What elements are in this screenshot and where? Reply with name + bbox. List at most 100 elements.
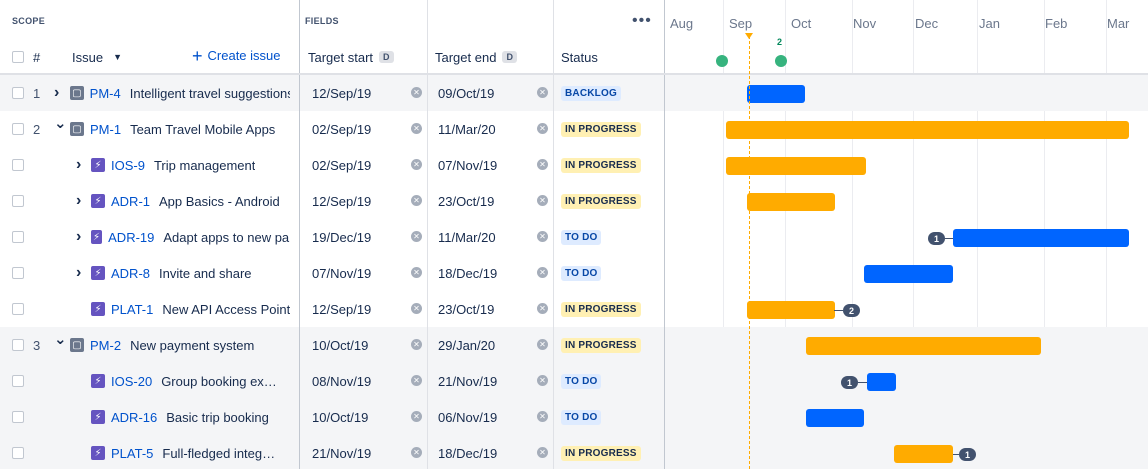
issue-cell[interactable]: ▢ PM-4 Intelligent travel suggestions [70, 75, 290, 111]
table-row[interactable]: ⚡ PLAT-1 New API Access Point 12/Sep/19 ✕ 23/… [0, 291, 1148, 327]
column-header-issue[interactable]: Issue ▼ [72, 42, 122, 72]
target-end-value[interactable]: 09/Oct/19 [438, 75, 494, 111]
clear-icon[interactable]: ✕ [537, 411, 548, 422]
table-row[interactable]: ⚡ ADR-16 Basic trip booking 10/Oct/19 ✕ 06/No… [0, 399, 1148, 435]
target-start-value[interactable]: 21/Nov/19 [312, 435, 371, 469]
table-row[interactable]: 2 ⌄ ▢ PM-1 Team Travel Mobile Apps 02/Sep/19 ✕… [0, 111, 1148, 147]
dependency-badge[interactable]: 1 [959, 448, 976, 461]
clear-icon[interactable]: ✕ [537, 159, 548, 170]
chevron-right-icon[interactable]: › [76, 255, 81, 291]
clear-icon[interactable]: ✕ [411, 339, 422, 350]
target-start-value[interactable]: 19/Dec/19 [312, 219, 371, 255]
chevron-right-icon[interactable]: › [76, 183, 81, 219]
timeline-bar[interactable] [747, 193, 835, 211]
status-lozenge[interactable]: TO DO [561, 409, 602, 425]
status-lozenge[interactable]: IN PROGRESS [561, 337, 641, 353]
status-lozenge[interactable]: TO DO [561, 373, 602, 389]
row-checkbox[interactable] [12, 303, 24, 315]
row-checkbox[interactable] [12, 339, 24, 351]
clear-icon[interactable]: ✕ [537, 123, 548, 134]
issue-key-link[interactable]: PM-2 [90, 338, 121, 353]
issue-cell[interactable]: ⚡ PLAT-5 Full-fledged integ… [91, 435, 290, 469]
target-end-value[interactable]: 07/Nov/19 [438, 147, 497, 183]
clear-icon[interactable]: ✕ [411, 411, 422, 422]
chevron-down-icon[interactable]: ⌄ [54, 321, 67, 357]
target-end-value[interactable]: 23/Oct/19 [438, 291, 494, 327]
target-start-value[interactable]: 08/Nov/19 [312, 363, 371, 399]
timeline-bar[interactable] [726, 157, 866, 175]
timeline-bar[interactable] [806, 337, 1041, 355]
issue-key-link[interactable]: PLAT-5 [111, 446, 153, 461]
chevron-right-icon[interactable]: › [76, 219, 81, 255]
clear-icon[interactable]: ✕ [537, 339, 548, 350]
row-checkbox[interactable] [12, 411, 24, 423]
table-row[interactable]: 1 › ▢ PM-4 Intelligent travel suggestions 12/… [0, 75, 1148, 111]
target-start-value[interactable]: 10/Oct/19 [312, 327, 368, 363]
issue-key-link[interactable]: PLAT-1 [111, 302, 153, 317]
clear-icon[interactable]: ✕ [537, 303, 548, 314]
issue-key-link[interactable]: PM-1 [90, 122, 121, 137]
status-lozenge[interactable]: IN PROGRESS [561, 445, 641, 461]
issue-key-link[interactable]: ADR-8 [111, 266, 150, 281]
issue-cell[interactable]: ▢ PM-1 Team Travel Mobile Apps [70, 111, 290, 147]
row-checkbox[interactable] [12, 195, 24, 207]
target-end-value[interactable]: 11/Mar/20 [438, 219, 496, 255]
target-end-value[interactable]: 23/Oct/19 [438, 183, 494, 219]
clear-icon[interactable]: ✕ [411, 375, 422, 386]
row-checkbox[interactable] [12, 231, 24, 243]
table-row[interactable]: › ⚡ ADR-1 App Basics - Android 12/Sep/19 ✕ 23/… [0, 183, 1148, 219]
clear-icon[interactable]: ✕ [537, 231, 548, 242]
create-issue-button[interactable]: + Create issue [192, 47, 281, 65]
dependency-badge[interactable]: 2 [843, 304, 860, 317]
clear-icon[interactable]: ✕ [537, 375, 548, 386]
target-start-value[interactable]: 12/Sep/19 [312, 291, 371, 327]
clear-icon[interactable]: ✕ [537, 87, 548, 98]
row-checkbox[interactable] [12, 447, 24, 459]
timeline-bar[interactable] [953, 229, 1129, 247]
target-end-value[interactable]: 18/Dec/19 [438, 435, 497, 469]
issue-cell[interactable]: ⚡ IOS-20 Group booking ex… [91, 363, 290, 399]
status-lozenge[interactable]: BACKLOG [561, 85, 621, 101]
issue-cell[interactable]: ⚡ ADR-19 Adapt apps to new partners [91, 219, 290, 255]
clear-icon[interactable]: ✕ [537, 267, 548, 278]
issue-key-link[interactable]: IOS-20 [111, 374, 152, 389]
target-end-value[interactable]: 21/Nov/19 [438, 363, 497, 399]
target-start-value[interactable]: 02/Sep/19 [312, 147, 371, 183]
issue-cell[interactable]: ⚡ ADR-16 Basic trip booking [91, 399, 290, 435]
issue-key-link[interactable]: ADR-16 [111, 410, 157, 425]
table-row[interactable]: 3 ⌄ ▢ PM-2 New payment system 10/Oct/19 ✕ 29/Ja… [0, 327, 1148, 363]
target-start-value[interactable]: 07/Nov/19 [312, 255, 371, 291]
chevron-down-icon[interactable]: ⌄ [54, 105, 67, 141]
issue-key-link[interactable]: PM-4 [90, 86, 121, 101]
issue-cell[interactable]: ▢ PM-2 New payment system [70, 327, 290, 363]
issue-key-link[interactable]: ADR-1 [111, 194, 150, 209]
table-row[interactable]: › ⚡ ADR-19 Adapt apps to new partners 19/Dec… [0, 219, 1148, 255]
release-marker[interactable] [716, 55, 728, 67]
status-lozenge[interactable]: TO DO [561, 229, 602, 245]
target-end-value[interactable]: 06/Nov/19 [438, 399, 497, 435]
column-header-target-start[interactable]: Target start D [308, 42, 394, 72]
release-marker-group[interactable] [775, 55, 787, 67]
row-checkbox[interactable] [12, 123, 24, 135]
status-lozenge[interactable]: IN PROGRESS [561, 121, 641, 137]
issue-key-link[interactable]: ADR-19 [108, 230, 154, 245]
status-lozenge[interactable]: IN PROGRESS [561, 301, 641, 317]
timeline-bar[interactable] [726, 121, 1129, 139]
timeline-bar[interactable] [747, 301, 835, 319]
column-header-target-end[interactable]: Target end D [435, 42, 517, 72]
more-options-icon[interactable]: ••• [632, 12, 652, 30]
clear-icon[interactable]: ✕ [411, 195, 422, 206]
dependency-badge[interactable]: 1 [928, 232, 945, 245]
timeline-bar[interactable] [867, 373, 896, 391]
clear-icon[interactable]: ✕ [411, 231, 422, 242]
target-start-value[interactable]: 10/Oct/19 [312, 399, 368, 435]
row-checkbox[interactable] [12, 87, 24, 99]
row-checkbox[interactable] [12, 159, 24, 171]
clear-icon[interactable]: ✕ [411, 123, 422, 134]
timeline-bar[interactable] [864, 265, 953, 283]
table-row[interactable]: ⚡ IOS-20 Group booking ex… 08/Nov/19 ✕ 21/Nov… [0, 363, 1148, 399]
select-all-checkbox[interactable] [12, 51, 24, 63]
target-start-value[interactable]: 02/Sep/19 [312, 111, 371, 147]
timeline-bar[interactable] [894, 445, 953, 463]
issue-cell[interactable]: ⚡ ADR-1 App Basics - Android [91, 183, 290, 219]
